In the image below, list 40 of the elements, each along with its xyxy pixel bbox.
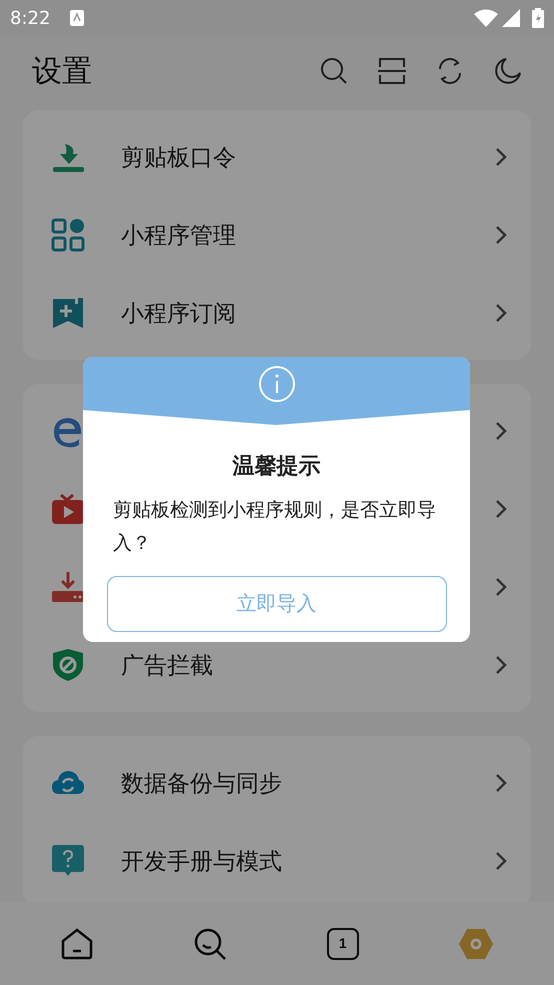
tab-count-icon[interactable]: 1 — [326, 928, 359, 960]
info-icon — [258, 365, 296, 403]
settings-row[interactable]: 数据备份与同步 — [23, 744, 531, 822]
dialog-title: 温馨提示 — [232, 452, 320, 480]
chevron-right-icon — [495, 773, 507, 793]
chevron-right-icon — [495, 499, 507, 519]
shield-icon — [51, 648, 85, 682]
row-label: 数据备份与同步 — [121, 768, 283, 798]
home-icon[interactable] — [60, 926, 94, 960]
status-time: 8:22 — [10, 6, 50, 30]
battery-icon — [532, 8, 544, 28]
settings-row[interactable]: 剪贴板口令 — [23, 118, 531, 196]
dialog-message: 剪贴板检测到小程序规则，是否立即导入？ — [113, 499, 437, 556]
search-icon[interactable] — [320, 57, 348, 85]
search-icon[interactable] — [193, 926, 228, 960]
settings-row[interactable]: 小程序订阅 — [23, 274, 531, 352]
help-bubble-icon — [51, 844, 85, 878]
chevron-right-icon — [495, 303, 507, 323]
chevron-right-icon — [495, 421, 507, 441]
keyboard-icon — [70, 10, 84, 26]
row-label: 小程序管理 — [121, 220, 237, 250]
chevron-right-icon — [495, 655, 507, 675]
chevron-right-icon — [495, 851, 507, 871]
row-label: 开发手册与模式 — [121, 846, 283, 876]
settings-row[interactable]: 开发手册与模式 — [23, 822, 531, 900]
row-label: 剪贴板口令 — [121, 142, 237, 172]
wifi-icon — [474, 9, 498, 27]
bookmark-plus-icon — [51, 296, 85, 330]
scan-icon[interactable] — [378, 57, 406, 85]
moon-icon[interactable] — [494, 57, 522, 85]
page-title: 设置 — [32, 54, 93, 90]
row-label: 小程序订阅 — [121, 298, 237, 328]
settings-row[interactable]: 小程序管理 — [23, 196, 531, 274]
chevron-right-icon — [495, 147, 507, 167]
grid-icon — [51, 218, 85, 252]
refresh-icon[interactable] — [436, 57, 464, 85]
chevron-right-icon — [495, 577, 507, 597]
signal-icon — [502, 9, 520, 27]
chevron-right-icon — [495, 225, 507, 245]
row-label: 广告拦截 — [121, 650, 214, 680]
